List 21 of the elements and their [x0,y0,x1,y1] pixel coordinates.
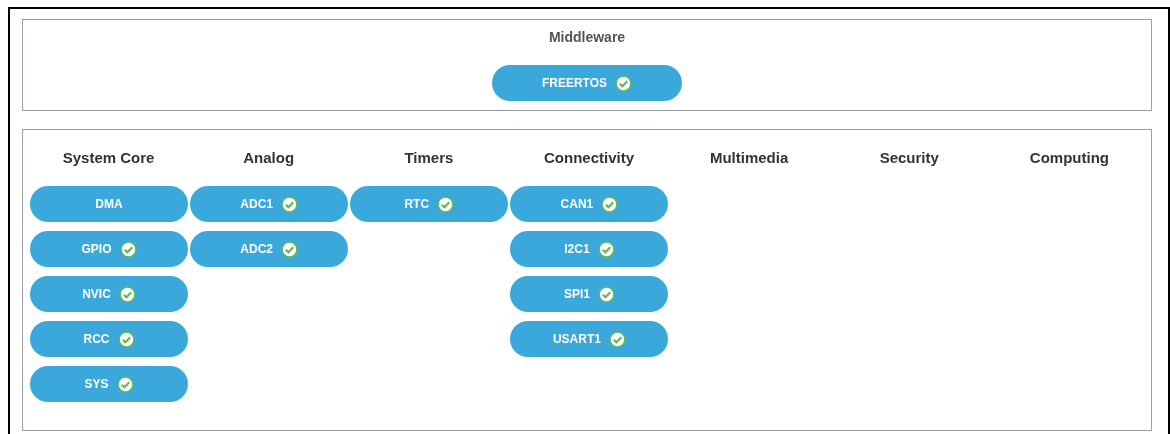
peripheral-button[interactable]: SYS [30,366,188,402]
peripheral-button[interactable]: FREERTOS [492,65,682,101]
peripheral-button[interactable]: ADC2 [190,231,349,267]
peripheral-button[interactable]: GPIO [30,231,188,267]
category-title: Security [878,149,940,167]
peripheral-button[interactable]: RTC [350,186,509,222]
peripheral-button[interactable]: CAN1 [510,186,669,222]
peripheral-button[interactable]: DMA [30,186,188,222]
peripheral-button[interactable]: NVIC [30,276,188,312]
category-title: Analog [242,149,296,167]
peripheral-button[interactable]: I2C1 [510,231,669,267]
peripheral-button[interactable]: SPI1 [510,276,669,312]
category-title: Multimedia [708,149,790,167]
section-title: Middleware [548,29,626,45]
category-title: Connectivity [543,149,635,167]
category-title: System Core [61,149,156,167]
peripheral-button[interactable]: USART1 [510,321,669,357]
peripheral-button[interactable]: ADC1 [190,186,349,222]
peripheral-button[interactable]: RCC [30,321,188,357]
category-title: Timers [403,149,455,167]
category-title: Computing [1028,149,1110,167]
